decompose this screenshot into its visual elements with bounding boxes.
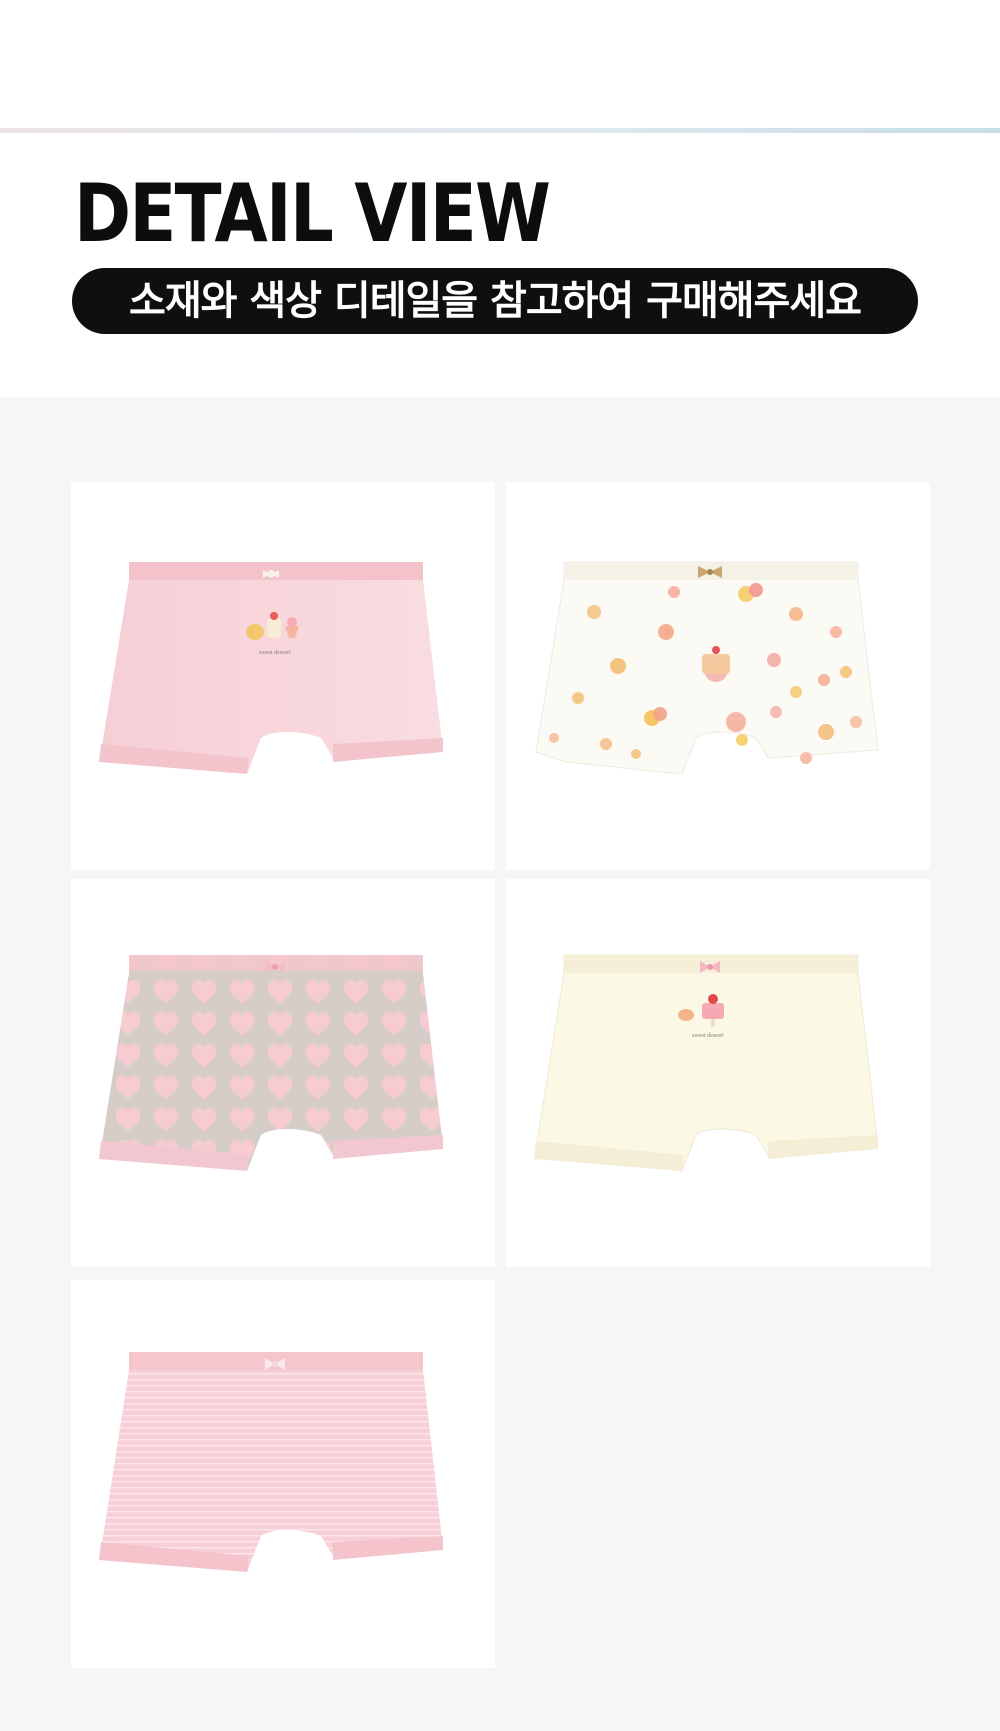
heart-grey-shorts-image	[99, 955, 443, 1171]
top-divider	[0, 128, 1000, 133]
product-tile-pink-stripe	[71, 1280, 495, 1668]
bow-icon	[263, 570, 279, 578]
product-tile-cream-solid: sweet dessert	[506, 879, 930, 1267]
white-dessert-shorts-image	[535, 561, 879, 775]
print-caption: sweet dessert	[259, 650, 291, 656]
product-tile-white-dessert	[506, 482, 930, 870]
print-caption: sweet dessert	[692, 1033, 724, 1039]
section-title: DETAIL VIEW	[74, 167, 551, 260]
product-gallery: sweet dessert sweet dessert	[0, 397, 1000, 1731]
pink-solid-shorts-image: sweet dessert	[99, 562, 443, 774]
pink-stripe-shorts-image	[99, 1352, 443, 1572]
product-tile-pink-solid: sweet dessert	[71, 482, 495, 870]
product-tile-heart-grey	[71, 879, 495, 1267]
subtitle-pill: 소재와 색상 디테일을 참고하여 구매해주세요	[72, 268, 918, 334]
cream-solid-shorts-image: sweet dessert	[534, 954, 879, 1172]
